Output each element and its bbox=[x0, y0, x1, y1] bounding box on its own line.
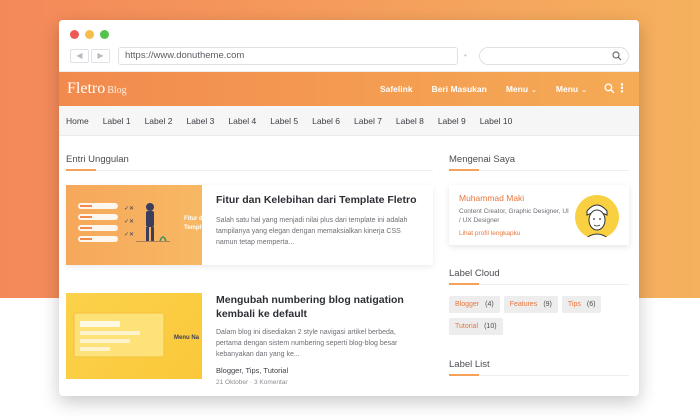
post-title[interactable]: Fitur dan Kelebihan dari Template Fletro bbox=[216, 193, 423, 207]
browser-search-box[interactable] bbox=[479, 47, 629, 65]
category-label-7[interactable]: Label 7 bbox=[354, 116, 382, 126]
section-title-about: Mengenai Saya bbox=[449, 154, 629, 171]
thumbnail-text: Menu Na bbox=[174, 335, 200, 341]
post-meta: 21 Oktober · 3 Komentar bbox=[216, 379, 288, 386]
svg-text:✓✕: ✓✕ bbox=[124, 205, 134, 212]
category-label-4[interactable]: Label 4 bbox=[228, 116, 256, 126]
top-menu: Safelink Beri Masukan Menu ⌄ Menu ⌄ bbox=[380, 72, 587, 106]
post-excerpt: Dalam blog ini disediakan 2 style naviga… bbox=[216, 329, 398, 358]
browser-window: ◀ ▶ https://www.donutheme.com • Fletro Bl… bbox=[59, 20, 639, 396]
label-count: (6) bbox=[586, 301, 596, 308]
post-body: Mengubah numbering blog natigation kemba… bbox=[202, 293, 433, 386]
search-icon[interactable] bbox=[604, 83, 615, 94]
toolbar-separator: • bbox=[464, 51, 467, 60]
category-label-6[interactable]: Label 6 bbox=[312, 116, 340, 126]
post-thumbnail[interactable]: Menu Na bbox=[66, 293, 202, 379]
post-title[interactable]: Mengubah numbering blog natigation kemba… bbox=[216, 293, 423, 321]
label-chip-tutorial[interactable]: Tutorial (10) bbox=[449, 318, 503, 335]
post-thumbnail[interactable]: ✓✕ ✓✕ ✓✕ Fitur d Templ bbox=[66, 185, 202, 265]
label-cloud: Blogger (4) Features (9) Tips (6) Tutorial (… bbox=[449, 296, 619, 335]
menu-item-menu-1[interactable]: Menu ⌄ bbox=[506, 84, 537, 94]
avatar-illustration bbox=[584, 204, 610, 239]
more-options-icon[interactable]: ⋮ bbox=[616, 81, 628, 95]
category-label-3[interactable]: Label 3 bbox=[186, 116, 214, 126]
section-title-featured: Entri Unggulan bbox=[66, 154, 433, 171]
main-content: Entri Unggulan ✓✕ ✓✕ ✓✕ Fitur d Templ Fi… bbox=[66, 154, 433, 386]
label-name: Features bbox=[509, 301, 538, 308]
post-body: Fitur dan Kelebihan dari Template Fletro… bbox=[202, 185, 433, 265]
category-nav: Home Label 1 Label 2 Label 3 Label 4 Lab… bbox=[59, 106, 639, 136]
sidebar: Mengenai Saya Muhammad Maki Content Crea… bbox=[449, 154, 629, 376]
section-title-label-cloud: Label Cloud bbox=[449, 268, 629, 285]
profile-card: Muhammad Maki Content Creator, Graphic D… bbox=[449, 185, 629, 245]
post-tags[interactable]: Blogger, Tips, Tutorial bbox=[216, 366, 423, 375]
category-label-2[interactable]: Label 2 bbox=[145, 116, 173, 126]
menu-item-label: Menu bbox=[505, 84, 529, 94]
search-icon bbox=[612, 51, 622, 61]
section-title-label-list: Label List bbox=[449, 359, 629, 376]
label-count: (4) bbox=[485, 301, 494, 308]
category-label-5[interactable]: Label 5 bbox=[270, 116, 298, 126]
post-card[interactable]: ✓✕ ✓✕ ✓✕ Fitur d Templ Fitur dan Kelebih… bbox=[66, 185, 433, 265]
site-header: Fletro Blog Safelink Beri Masukan Menu ⌄ M… bbox=[59, 72, 639, 106]
menu-item-safelink[interactable]: Safelink bbox=[380, 84, 413, 94]
category-label-8[interactable]: Label 8 bbox=[396, 116, 424, 126]
nav-arrows: ◀ ▶ bbox=[70, 49, 110, 63]
address-bar[interactable]: https://www.donutheme.com bbox=[118, 47, 458, 65]
thumbnail-illustration: ✓✕ ✓✕ ✓✕ bbox=[78, 203, 170, 242]
label-chip-blogger[interactable]: Blogger (4) bbox=[449, 296, 500, 313]
svg-text:✓✕: ✓✕ bbox=[124, 218, 134, 225]
menu-item-beri-masukan[interactable]: Beri Masukan bbox=[432, 84, 487, 94]
logo-subtext: Blog bbox=[107, 85, 127, 96]
browser-chrome: ◀ ▶ https://www.donutheme.com • bbox=[59, 20, 639, 72]
post-card[interactable]: Menu Na Mengubah numbering blog natigati… bbox=[66, 293, 433, 386]
menu-item-label: Safelink bbox=[379, 84, 413, 94]
menu-item-label: Beri Masukan bbox=[431, 84, 487, 94]
label-count: (10) bbox=[484, 323, 497, 330]
category-label-9[interactable]: Label 9 bbox=[438, 116, 466, 126]
back-arrow-icon[interactable]: ◀ bbox=[70, 49, 89, 63]
category-home[interactable]: Home bbox=[66, 116, 89, 126]
label-chip-tips[interactable]: Tips (6) bbox=[561, 296, 602, 313]
label-chip-features[interactable]: Features (9) bbox=[503, 296, 558, 313]
logo-text: Fletro bbox=[67, 80, 106, 97]
avatar[interactable] bbox=[575, 195, 619, 239]
chevron-down-icon: ⌄ bbox=[531, 86, 537, 94]
window-minimize-dot[interactable] bbox=[85, 30, 94, 39]
category-label-10[interactable]: Label 10 bbox=[480, 116, 513, 126]
label-name: Tips bbox=[567, 301, 581, 308]
window-close-dot[interactable] bbox=[70, 30, 79, 39]
post-comments[interactable]: 3 Komentar bbox=[254, 379, 288, 386]
window-maximize-dot[interactable] bbox=[100, 30, 109, 39]
category-label-1[interactable]: Label 1 bbox=[103, 116, 131, 126]
svg-text:✓✕: ✓✕ bbox=[124, 231, 134, 238]
menu-item-menu-2[interactable]: Menu ⌄ bbox=[556, 84, 587, 94]
thumbnail-text: Fitur d Templ bbox=[184, 216, 202, 231]
label-count: (9) bbox=[543, 301, 552, 308]
post-excerpt: Salah satu hal yang menjadi nilai plus d… bbox=[216, 217, 408, 246]
label-name: Blogger bbox=[455, 301, 480, 308]
chevron-down-icon: ⌄ bbox=[581, 86, 587, 94]
label-name: Tutorial bbox=[455, 323, 479, 330]
profile-description: Content Creator, Graphic Designer, UI / … bbox=[459, 208, 569, 224]
post-date: 21 Oktober bbox=[216, 379, 249, 386]
site-logo[interactable]: Fletro Blog bbox=[67, 80, 127, 98]
forward-arrow-icon[interactable]: ▶ bbox=[91, 49, 110, 63]
menu-item-label: Menu bbox=[555, 84, 579, 94]
